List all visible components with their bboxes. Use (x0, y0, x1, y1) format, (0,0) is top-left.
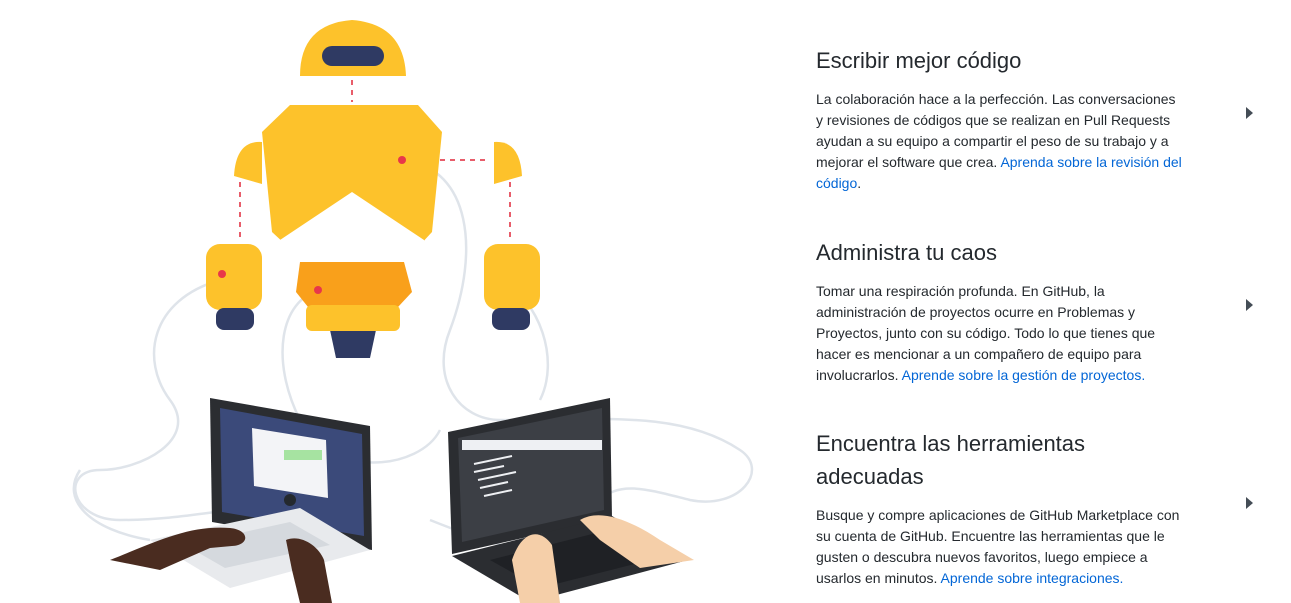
feature-integrations: Encuentra las herramientas adecuadas Bus… (816, 427, 1186, 589)
feature-title: Administra tu caos (816, 240, 997, 265)
feature-description: Busque y compre aplicaciones de GitHub M… (816, 505, 1186, 589)
right-hand (484, 244, 540, 330)
right-laptop (448, 398, 688, 602)
feature-title: Escribir mejor código (816, 48, 1022, 73)
feature-code-review: Escribir mejor código La colaboración ha… (816, 44, 1186, 194)
left-hand (206, 244, 262, 330)
feature-title: Encuentra las herramientas adecuadas (816, 431, 1086, 489)
expand-integrations-caret-right-icon[interactable] (1246, 497, 1253, 509)
robot-laptops-illustration (72, 20, 754, 603)
feature-tail: . (857, 175, 862, 191)
learn-integrations-link[interactable]: Aprende sobre integraciones. (941, 570, 1124, 586)
expand-code-review-caret-right-icon[interactable] (1246, 107, 1253, 119)
right-shoulder (494, 141, 522, 184)
left-shoulder (234, 141, 262, 184)
feature-project-management: Administra tu caos Tomar una respiración… (816, 236, 1186, 386)
feature-description: Tomar una respiración profunda. En GitHu… (816, 281, 1186, 386)
learn-project-management-link[interactable]: Aprende sobre la gestión de proyectos. (902, 367, 1146, 383)
expand-project-management-caret-right-icon[interactable] (1246, 299, 1253, 311)
robot-head (300, 20, 406, 76)
feature-description: La colaboración hace a la perfección. La… (816, 89, 1186, 194)
